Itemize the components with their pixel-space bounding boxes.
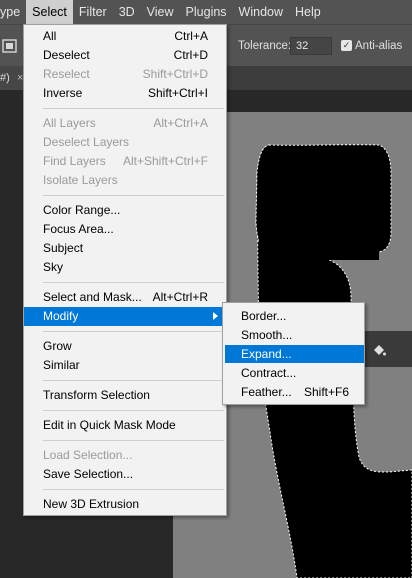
modify-submenu: Border... Smooth... Expand... Contract..… [222, 302, 365, 405]
menu-select[interactable]: Select [26, 0, 73, 24]
menu-separator [43, 410, 224, 411]
menu-plugins[interactable]: Plugins [180, 0, 233, 24]
menu-item-transform-selection[interactable]: Transform Selection [24, 386, 226, 405]
menu-item-subject[interactable]: Subject [24, 239, 226, 258]
submenu-arrow-icon [213, 312, 218, 320]
menu-separator [43, 440, 224, 441]
tolerance-input[interactable]: 32 [290, 37, 332, 55]
menu-item-load-selection: Load Selection... [43, 448, 133, 462]
menu-separator [43, 195, 224, 196]
menu-help[interactable]: Help [289, 0, 327, 24]
menu-item-find-layers: Find Layers Alt+Shift+Ctrl+F [43, 154, 208, 168]
paint-bucket-icon[interactable] [372, 343, 386, 357]
menu-item-deselect-layers: Deselect Layers [43, 135, 130, 149]
menu-separator [43, 331, 224, 332]
menu-item-modify[interactable]: Modify [24, 307, 226, 326]
menu-3d[interactable]: 3D [113, 0, 141, 24]
menu-item-reselect: Reselect Shift+Ctrl+D [43, 67, 208, 81]
submenu-item-feather[interactable]: Feather... Shift+F6 [225, 383, 364, 401]
antialias-label: Anti-alias [355, 40, 403, 52]
menu-item-isolate-layers: Isolate Layers [43, 173, 118, 187]
menu-item-color-range[interactable]: Color Range... [24, 201, 226, 220]
menu-type[interactable]: ype [0, 0, 26, 24]
tolerance-label: Tolerance: [238, 40, 292, 52]
submenu-item-contract[interactable]: Contract... [225, 364, 364, 382]
menu-item-sky[interactable]: Sky [24, 258, 226, 277]
menu-item-grow[interactable]: Grow [24, 337, 226, 356]
select-menu-dropdown: All Ctrl+A Deselect Ctrl+D Reselect Shift+C… [23, 24, 227, 516]
menu-separator [43, 489, 224, 490]
menu-view[interactable]: View [141, 0, 180, 24]
menu-item-focus-area[interactable]: Focus Area... [24, 220, 226, 239]
submenu-item-border[interactable]: Border... [225, 307, 364, 325]
menu-item-deselect[interactable]: Deselect Ctrl+D [24, 46, 226, 65]
menu-item-all[interactable]: All Ctrl+A [24, 27, 226, 46]
menu-item-inverse[interactable]: Inverse Shift+Ctrl+I [24, 84, 226, 103]
submenu-item-expand[interactable]: Expand... [225, 345, 364, 363]
menu-item-all-layers: All Layers Alt+Ctrl+A [43, 116, 208, 130]
menu-separator [43, 108, 224, 109]
menubar: ype Select Filter 3D View Plugins Window… [0, 0, 412, 24]
menu-separator [43, 380, 224, 381]
menu-item-save-selection[interactable]: Save Selection... [24, 465, 226, 484]
menu-item-new-3d-extrusion[interactable]: New 3D Extrusion [24, 495, 226, 514]
menu-item-quick-mask[interactable]: Edit in Quick Mask Mode [24, 416, 226, 435]
menu-separator [43, 282, 224, 283]
new-selection-icon[interactable] [2, 39, 18, 53]
menu-filter[interactable]: Filter [73, 0, 113, 24]
submenu-item-smooth[interactable]: Smooth... [225, 326, 364, 344]
antialias-checkbox[interactable]: ✓ [341, 40, 352, 51]
menu-item-select-and-mask[interactable]: Select and Mask... Alt+Ctrl+R [24, 288, 226, 307]
menu-item-similar[interactable]: Similar [24, 356, 226, 375]
document-tab-title: #) [0, 72, 10, 84]
menu-window[interactable]: Window [233, 0, 289, 24]
